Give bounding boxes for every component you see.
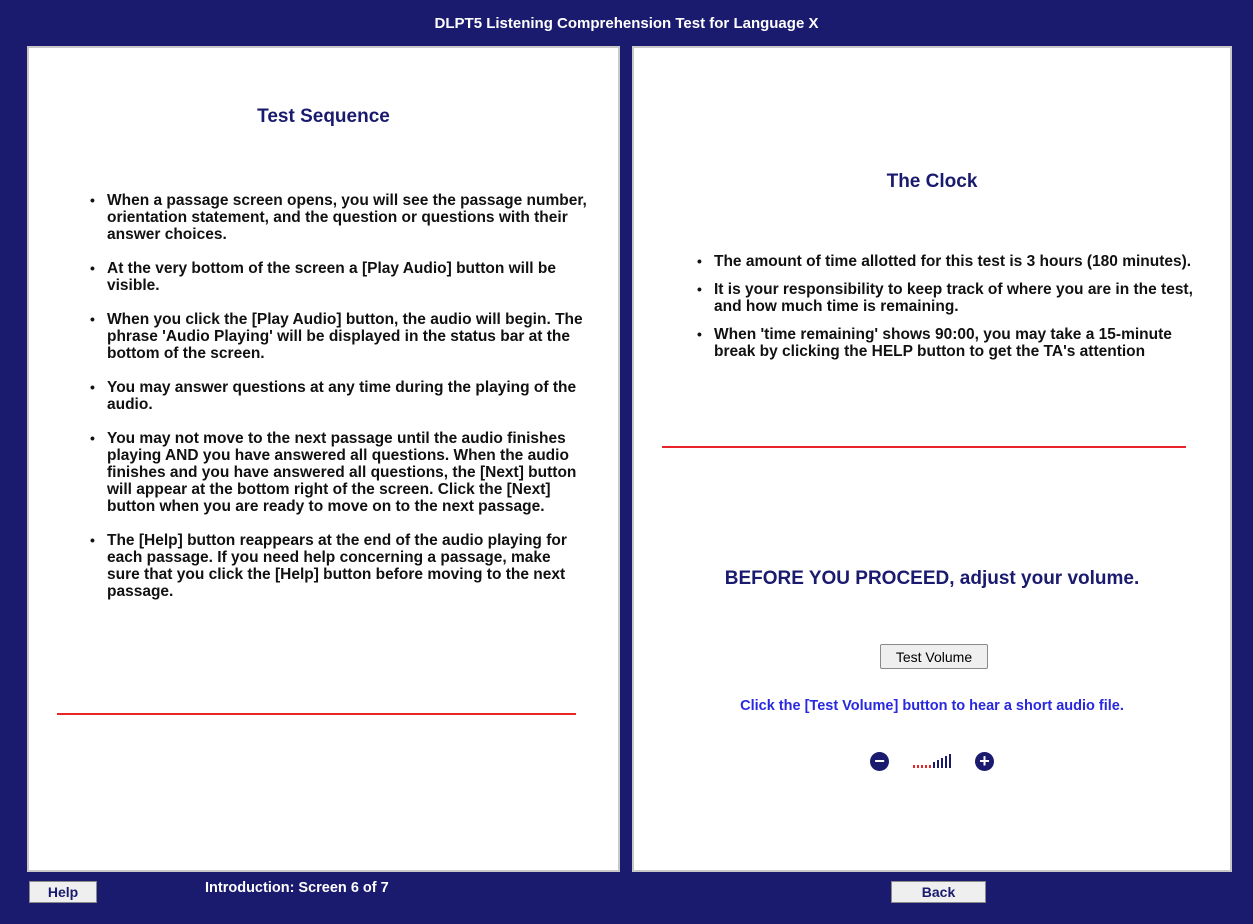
- minus-circle-icon[interactable]: −: [870, 751, 889, 771]
- clock-title: The Clock: [886, 171, 978, 192]
- test-sequence-title: Test Sequence: [257, 106, 390, 127]
- list-item: You may not move to the next passage unt…: [87, 430, 587, 515]
- volume-control: − +: [870, 751, 994, 771]
- section-divider: [662, 446, 1186, 448]
- list-item: The amount of time allotted for this tes…: [694, 253, 1194, 270]
- list-item: When 'time remaining' shows 90:00, you m…: [694, 326, 1194, 360]
- volume-bar: [933, 762, 935, 768]
- section-divider: [57, 713, 576, 715]
- test-sequence-panel: Test Sequence When a passage screen open…: [27, 46, 620, 872]
- window-title: DLPT5 Listening Comprehension Test for L…: [434, 14, 819, 32]
- list-item: You may answer questions at any time dur…: [87, 379, 587, 413]
- list-item: When a passage screen opens, you will se…: [87, 192, 587, 243]
- back-button[interactable]: Back: [891, 881, 986, 903]
- volume-bar: [949, 754, 951, 768]
- test-volume-hint: Click the [Test Volume] button to hear a…: [740, 698, 1124, 714]
- clock-panel: The Clock The amount of time allotted fo…: [632, 46, 1232, 872]
- list-item: At the very bottom of the screen a [Play…: [87, 260, 587, 294]
- proceed-heading: BEFORE YOU PROCEED, adjust your volume.: [724, 568, 1140, 589]
- volume-bar: [937, 760, 939, 768]
- list-item: It is your responsibility to keep track …: [694, 281, 1194, 315]
- volume-level-indicator: [913, 754, 951, 768]
- volume-bar: [941, 758, 943, 768]
- clock-list: The amount of time allotted for this tes…: [694, 253, 1194, 371]
- list-item: The [Help] button reappears at the end o…: [87, 532, 587, 600]
- volume-bar: [917, 765, 919, 768]
- volume-bar: [925, 765, 927, 768]
- plus-circle-icon[interactable]: +: [975, 751, 994, 771]
- volume-bar: [929, 765, 931, 768]
- volume-bar: [945, 756, 947, 768]
- volume-bar: [921, 765, 923, 768]
- test-volume-button[interactable]: Test Volume: [880, 644, 988, 669]
- help-button[interactable]: Help: [29, 881, 97, 903]
- status-text: Introduction: Screen 6 of 7: [205, 880, 389, 896]
- list-item: When you click the [Play Audio] button, …: [87, 311, 587, 362]
- test-sequence-list: When a passage screen opens, you will se…: [87, 192, 587, 617]
- volume-bar: [913, 765, 915, 768]
